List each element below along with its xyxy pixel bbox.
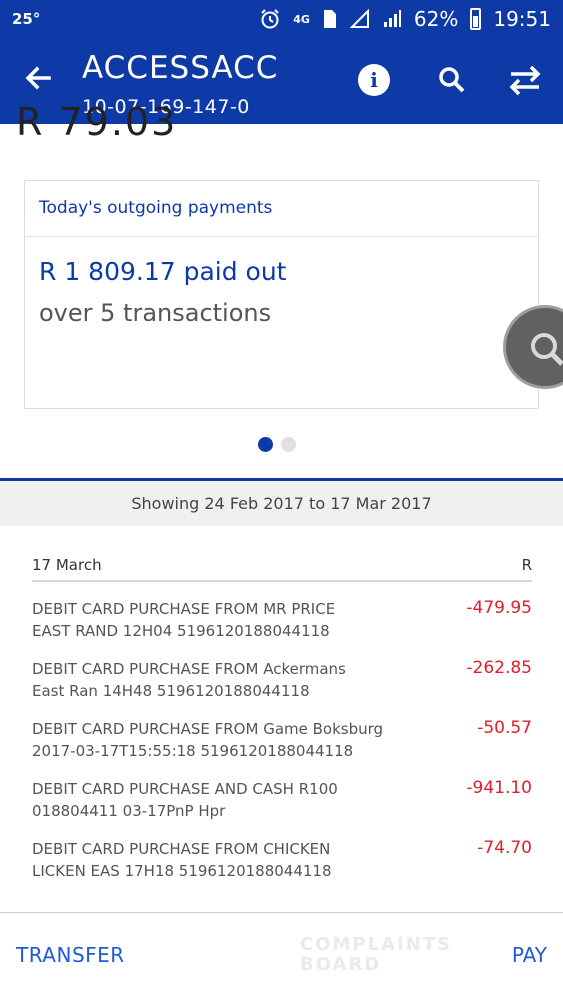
transaction-description: DEBIT CARD PURCHASE FROM MR PRICE EAST R… — [32, 598, 432, 642]
page-dot-2[interactable] — [281, 437, 296, 452]
transfer-button[interactable]: TRANSFER — [16, 943, 125, 967]
transaction-amount: -941.10 — [466, 778, 532, 798]
info-icon[interactable]: i — [358, 64, 390, 96]
watermark-line2: BOARD — [300, 954, 382, 975]
description-line1: DEBIT CARD PURCHASE FROM Game Boksburg — [32, 720, 384, 738]
search-icon — [531, 333, 563, 366]
battery-percent: 62% — [413, 7, 459, 31]
transaction-description: DEBIT CARD PURCHASE AND CASH R100 018804… — [32, 778, 432, 822]
signal-bars-icon — [382, 9, 402, 29]
battery-icon — [470, 8, 482, 30]
description-line2: East Ran 14H48 5196120188044118 — [32, 682, 310, 700]
transaction-row[interactable]: DEBIT CARD PURCHASE FROM Ackermans East … — [32, 658, 532, 718]
page-indicator — [258, 437, 296, 452]
signal-icon — [349, 9, 370, 29]
description-line2: 2017-03-17T15:55:18 5196120188044118 — [32, 742, 354, 760]
transaction-amount: -50.57 — [477, 718, 532, 738]
description-line1: DEBIT CARD PURCHASE FROM MR PRICE — [32, 600, 336, 618]
back-arrow-icon[interactable] — [18, 58, 58, 98]
transaction-description: DEBIT CARD PURCHASE FROM Ackermans East … — [32, 658, 432, 702]
description-line1: DEBIT CARD PURCHASE AND CASH R100 — [32, 780, 338, 798]
floating-search-button[interactable] — [503, 305, 563, 389]
transaction-row[interactable]: DEBIT CARD PURCHASE FROM CHICKEN LICKEN … — [32, 838, 532, 898]
transactions-section: 17 March R DEBIT CARD PURCHASE FROM MR P… — [0, 526, 563, 912]
balance-amount: R 79.03 — [16, 100, 178, 144]
paid-out-amount: R 1 809.17 paid out — [39, 257, 287, 286]
description-line2: 018804411 03-17PnP Hpr — [32, 802, 226, 820]
status-bar: 25° 4G 62% 19:51 — [0, 0, 563, 38]
transaction-amount: -74.70 — [477, 838, 532, 858]
page-dot-1[interactable] — [258, 437, 273, 452]
pay-button[interactable]: PAY — [512, 943, 547, 967]
network-type: 4G — [293, 12, 310, 26]
description-line2: EAST RAND 12H04 5196120188044118 — [32, 622, 330, 640]
description-line2: LICKEN EAS 17H18 5196120188044118 — [32, 862, 332, 880]
temperature: 25° — [12, 10, 41, 28]
description-line1: DEBIT CARD PURCHASE FROM Ackermans — [32, 660, 346, 678]
transaction-row[interactable]: DEBIT CARD PURCHASE AND CASH R100 018804… — [32, 778, 532, 838]
account-name: ACCESSACC — [82, 50, 279, 86]
outgoing-payments-card[interactable]: Today's outgoing payments R 1 809.17 pai… — [24, 180, 539, 409]
watermark-line1: COMPLAINTS — [300, 934, 453, 955]
transaction-description: DEBIT CARD PURCHASE FROM Game Boksburg 2… — [32, 718, 432, 762]
card-title: Today's outgoing payments — [25, 181, 538, 237]
swap-arrows-icon[interactable] — [503, 60, 547, 100]
currency-label: R — [521, 556, 532, 574]
transaction-description: DEBIT CARD PURCHASE FROM CHICKEN LICKEN … — [32, 838, 432, 882]
description-line1: DEBIT CARD PURCHASE FROM CHICKEN — [32, 840, 331, 858]
clock: 19:51 — [493, 7, 551, 31]
sim-icon — [322, 9, 338, 29]
transaction-row[interactable]: DEBIT CARD PURCHASE FROM Game Boksburg 2… — [32, 718, 532, 778]
transaction-amount: -479.95 — [466, 598, 532, 618]
status-icons: 4G 62% 19:51 — [259, 0, 551, 38]
watermark: COMPLAINTS BOARD — [300, 935, 452, 975]
transaction-date: 17 March — [32, 556, 102, 574]
transaction-list: DEBIT CARD PURCHASE FROM MR PRICE EAST R… — [32, 598, 532, 898]
transaction-row[interactable]: DEBIT CARD PURCHASE FROM MR PRICE EAST R… — [32, 598, 532, 658]
search-icon[interactable] — [432, 60, 472, 100]
alarm-icon — [259, 8, 281, 30]
transaction-amount: -262.85 — [466, 658, 532, 678]
date-range: Showing 24 Feb 2017 to 17 Mar 2017 — [0, 481, 563, 526]
transaction-count: over 5 transactions — [39, 299, 272, 327]
transactions-date-header: 17 March R — [32, 556, 532, 582]
bottom-action-bar: TRANSFER COMPLAINTS BOARD PAY — [0, 912, 563, 1000]
